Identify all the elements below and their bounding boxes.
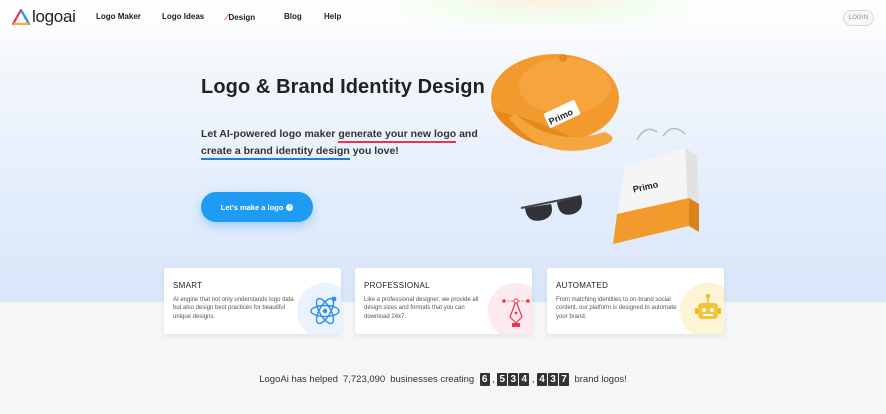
businesses-count: 7,723,090 <box>342 374 386 385</box>
counter-digit: 4 <box>519 373 530 386</box>
brand-identity-link[interactable]: create a brand identity design <box>201 145 350 160</box>
pen-tool-icon <box>488 283 532 334</box>
feature-title: PROFESSIONAL <box>364 281 430 290</box>
feature-card-smart: SMART AI engine that not only understand… <box>164 268 341 334</box>
hero-sub-tail: you love! <box>349 145 399 157</box>
brand-name: logoai <box>32 7 76 26</box>
feature-card-professional: PROFESSIONAL Like a professional designe… <box>355 268 532 334</box>
counter-suffix: brand logos! <box>574 374 627 385</box>
counter-digit: 5 <box>497 373 508 386</box>
hero-title: Logo & Brand Identity Design <box>201 76 485 98</box>
counter-digit: 4 <box>536 373 547 386</box>
feature-title: AUTOMATED <box>556 281 609 290</box>
nav-logo-maker[interactable]: Logo Maker <box>96 12 141 21</box>
counter-digit: 6 <box>479 373 490 386</box>
nav-help[interactable]: Help <box>324 12 341 21</box>
digit-group: 6 <box>479 373 490 386</box>
feature-description: From matching identities to on-brand soc… <box>556 297 677 320</box>
nav-blog[interactable]: Blog <box>284 12 302 21</box>
cap-image: Primo <box>491 54 619 151</box>
brand-logo[interactable]: logoai <box>12 8 76 26</box>
top-nav: logoai Logo Maker Logo Ideas ⁄ Design Bl… <box>0 0 886 36</box>
counter-digit: 7 <box>558 373 569 386</box>
counter-digit: 3 <box>547 373 558 386</box>
arrow-right-icon: › <box>286 203 294 211</box>
nav-design-label: Design <box>228 12 256 22</box>
feature-title: SMART <box>173 281 203 290</box>
hero-subtitle: Let AI-powered logo maker generate your … <box>201 126 501 160</box>
digit-group: 534 <box>497 373 530 386</box>
logoai-icon <box>12 9 30 25</box>
brand-mockup-illustration: Primo Primo <box>491 54 699 244</box>
atom-icon <box>297 283 341 334</box>
hero-sub-lead: Let AI-powered logo maker <box>201 128 339 140</box>
sunglasses-image <box>520 195 582 221</box>
feature-description: Like a professional designer, we provide… <box>364 297 479 320</box>
bag-image: Primo <box>613 127 699 244</box>
make-logo-button[interactable]: Let's make a logo › <box>201 192 313 222</box>
make-logo-label: Let's make a logo <box>220 202 284 212</box>
counter-prefix: LogoAi has helped <box>259 374 338 385</box>
counter-digit: 3 <box>508 373 519 386</box>
nav-logo-ideas[interactable]: Logo Ideas <box>162 12 204 21</box>
feature-description: AI engine that not only understands logo… <box>173 297 294 320</box>
logo-counter: LogoAi has helped 7,723,090 businesses c… <box>259 373 627 386</box>
feature-card-automated: AUTOMATED From matching identities to on… <box>547 268 724 334</box>
robot-icon <box>680 283 724 334</box>
design-mark-icon: ⁄ <box>226 12 228 22</box>
nav-design[interactable]: ⁄ Design <box>226 12 255 22</box>
counter-middle: businesses creating <box>390 374 475 385</box>
login-button[interactable]: LOGIN <box>843 10 874 26</box>
generate-logo-link[interactable]: generate your new logo <box>338 128 457 143</box>
hero-sub-and: and <box>456 128 478 140</box>
digit-group: 437 <box>536 373 569 386</box>
